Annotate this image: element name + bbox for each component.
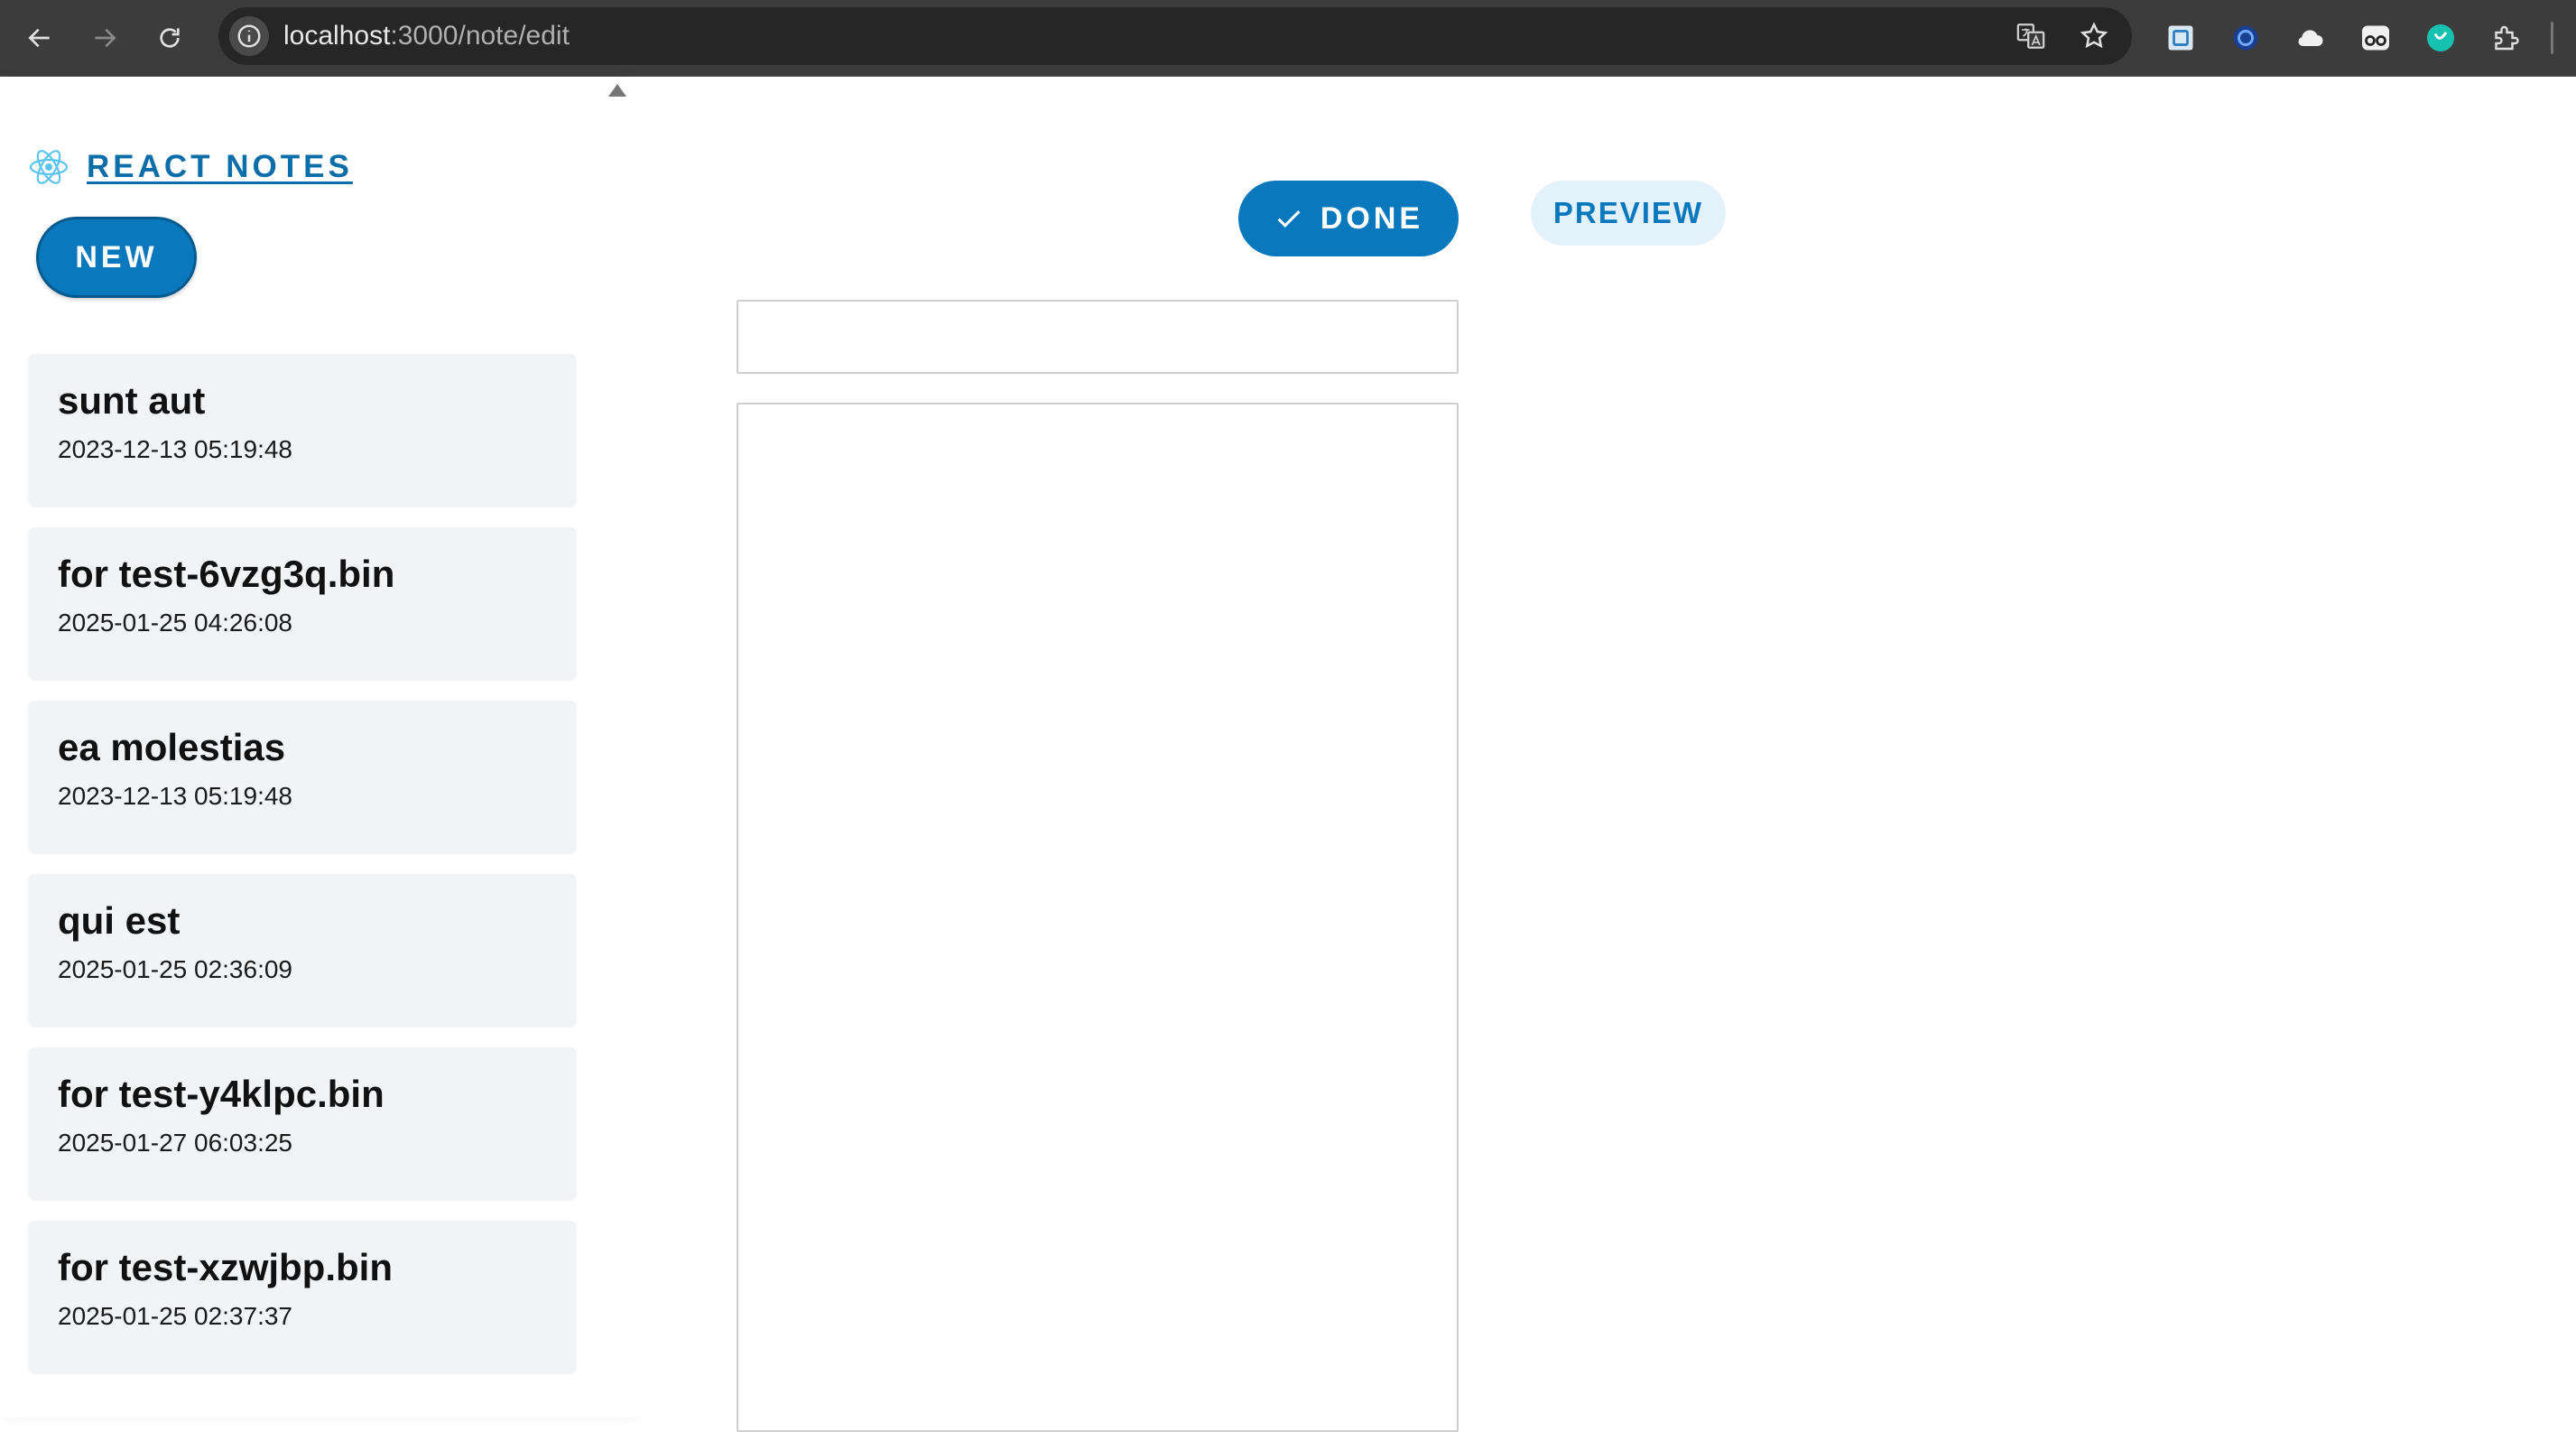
note-item[interactable]: for test-y4klpc.bin 2025-01-27 06:03:25 — [29, 1047, 576, 1199]
preview-button[interactable]: PREVIEW — [1531, 181, 1726, 246]
extension-glasses[interactable] — [2352, 14, 2399, 61]
note-date: 2023-12-13 05:19:48 — [58, 435, 292, 463]
brand-link[interactable]: REACT NOTES — [27, 144, 353, 190]
note-title: sunt aut — [58, 379, 206, 422]
note-date: 2025-01-25 02:37:37 — [58, 1302, 292, 1330]
extension-screenshot[interactable] — [2157, 14, 2204, 61]
note-list: sunt aut 2023-12-13 05:19:48 for test-6v… — [29, 354, 576, 1394]
bookmark-button[interactable] — [2076, 18, 2112, 54]
extension-shield[interactable] — [2417, 14, 2464, 61]
note-title: for test-xzwjbp.bin — [58, 1246, 393, 1288]
extension-target[interactable] — [2222, 14, 2269, 61]
note-title: for test-y4klpc.bin — [58, 1073, 385, 1115]
site-info-button[interactable] — [229, 16, 269, 56]
note-date: 2025-01-27 06:03:25 — [58, 1129, 292, 1157]
note-title: qui est — [58, 899, 181, 942]
note-item[interactable]: for test-6vzg3q.bin 2025-01-25 04:26:08 — [29, 527, 576, 679]
brand-title[interactable]: REACT NOTES — [87, 149, 353, 185]
arrow-right-icon — [95, 28, 116, 48]
scroll-up-arrow[interactable] — [608, 84, 626, 97]
note-item[interactable]: sunt aut 2023-12-13 05:19:48 — [29, 354, 576, 506]
checkmark-icon — [1277, 210, 1301, 228]
url-path: :3000/note/edit — [390, 21, 570, 51]
url-host: localhost — [283, 21, 391, 51]
translate-icon — [2016, 23, 2045, 49]
note-title-input[interactable] — [737, 300, 1459, 374]
translate-button[interactable] — [2013, 18, 2049, 54]
extension-target-icon — [2233, 25, 2258, 51]
note-item[interactable]: for test-xzwjbp.bin 2025-01-25 02:37:37 — [29, 1221, 576, 1372]
cloud-icon — [2298, 30, 2323, 46]
note-date: 2025-01-25 02:36:09 — [58, 955, 292, 983]
info-icon — [237, 24, 261, 48]
back-button[interactable] — [16, 14, 63, 61]
done-button-label: DONE — [1320, 200, 1424, 236]
note-date: 2025-01-25 04:26:08 — [58, 609, 292, 637]
note-editor: DONE PREVIEW — [632, 77, 2576, 1432]
toolbar-divider — [2551, 22, 2553, 54]
arrow-left-icon — [28, 28, 50, 48]
sidebar: REACT NOTES NEW sunt aut 2023-12-13 05:1… — [0, 77, 632, 1418]
note-title: ea molestias — [58, 726, 286, 768]
extension-square-icon — [2168, 25, 2193, 51]
shield-icon — [2427, 24, 2454, 51]
star-icon — [2080, 22, 2108, 49]
reload-button[interactable] — [146, 14, 193, 61]
extension-cloud[interactable] — [2287, 14, 2334, 61]
reload-icon — [160, 28, 180, 48]
note-item[interactable]: qui est 2025-01-25 02:36:09 — [29, 874, 576, 1026]
address-bar[interactable]: localhost:3000/note/edit — [218, 7, 2132, 65]
glasses-icon — [2362, 25, 2389, 51]
note-title: for test-6vzg3q.bin — [58, 553, 395, 595]
done-button[interactable]: DONE — [1238, 181, 1459, 256]
extensions-button[interactable] — [2482, 14, 2529, 61]
browser-toolbar: localhost:3000/note/edit — [0, 0, 2576, 77]
forward-button[interactable] — [81, 14, 128, 61]
url-text[interactable]: localhost:3000/note/edit — [283, 21, 570, 51]
note-body-textarea[interactable] — [737, 403, 1459, 1432]
note-date: 2023-12-13 05:19:48 — [58, 782, 292, 810]
new-note-button[interactable]: NEW — [36, 217, 197, 298]
react-logo-icon — [29, 150, 69, 184]
puzzle-icon — [2495, 25, 2519, 51]
note-item[interactable]: ea molestias 2023-12-13 05:19:48 — [29, 701, 576, 852]
